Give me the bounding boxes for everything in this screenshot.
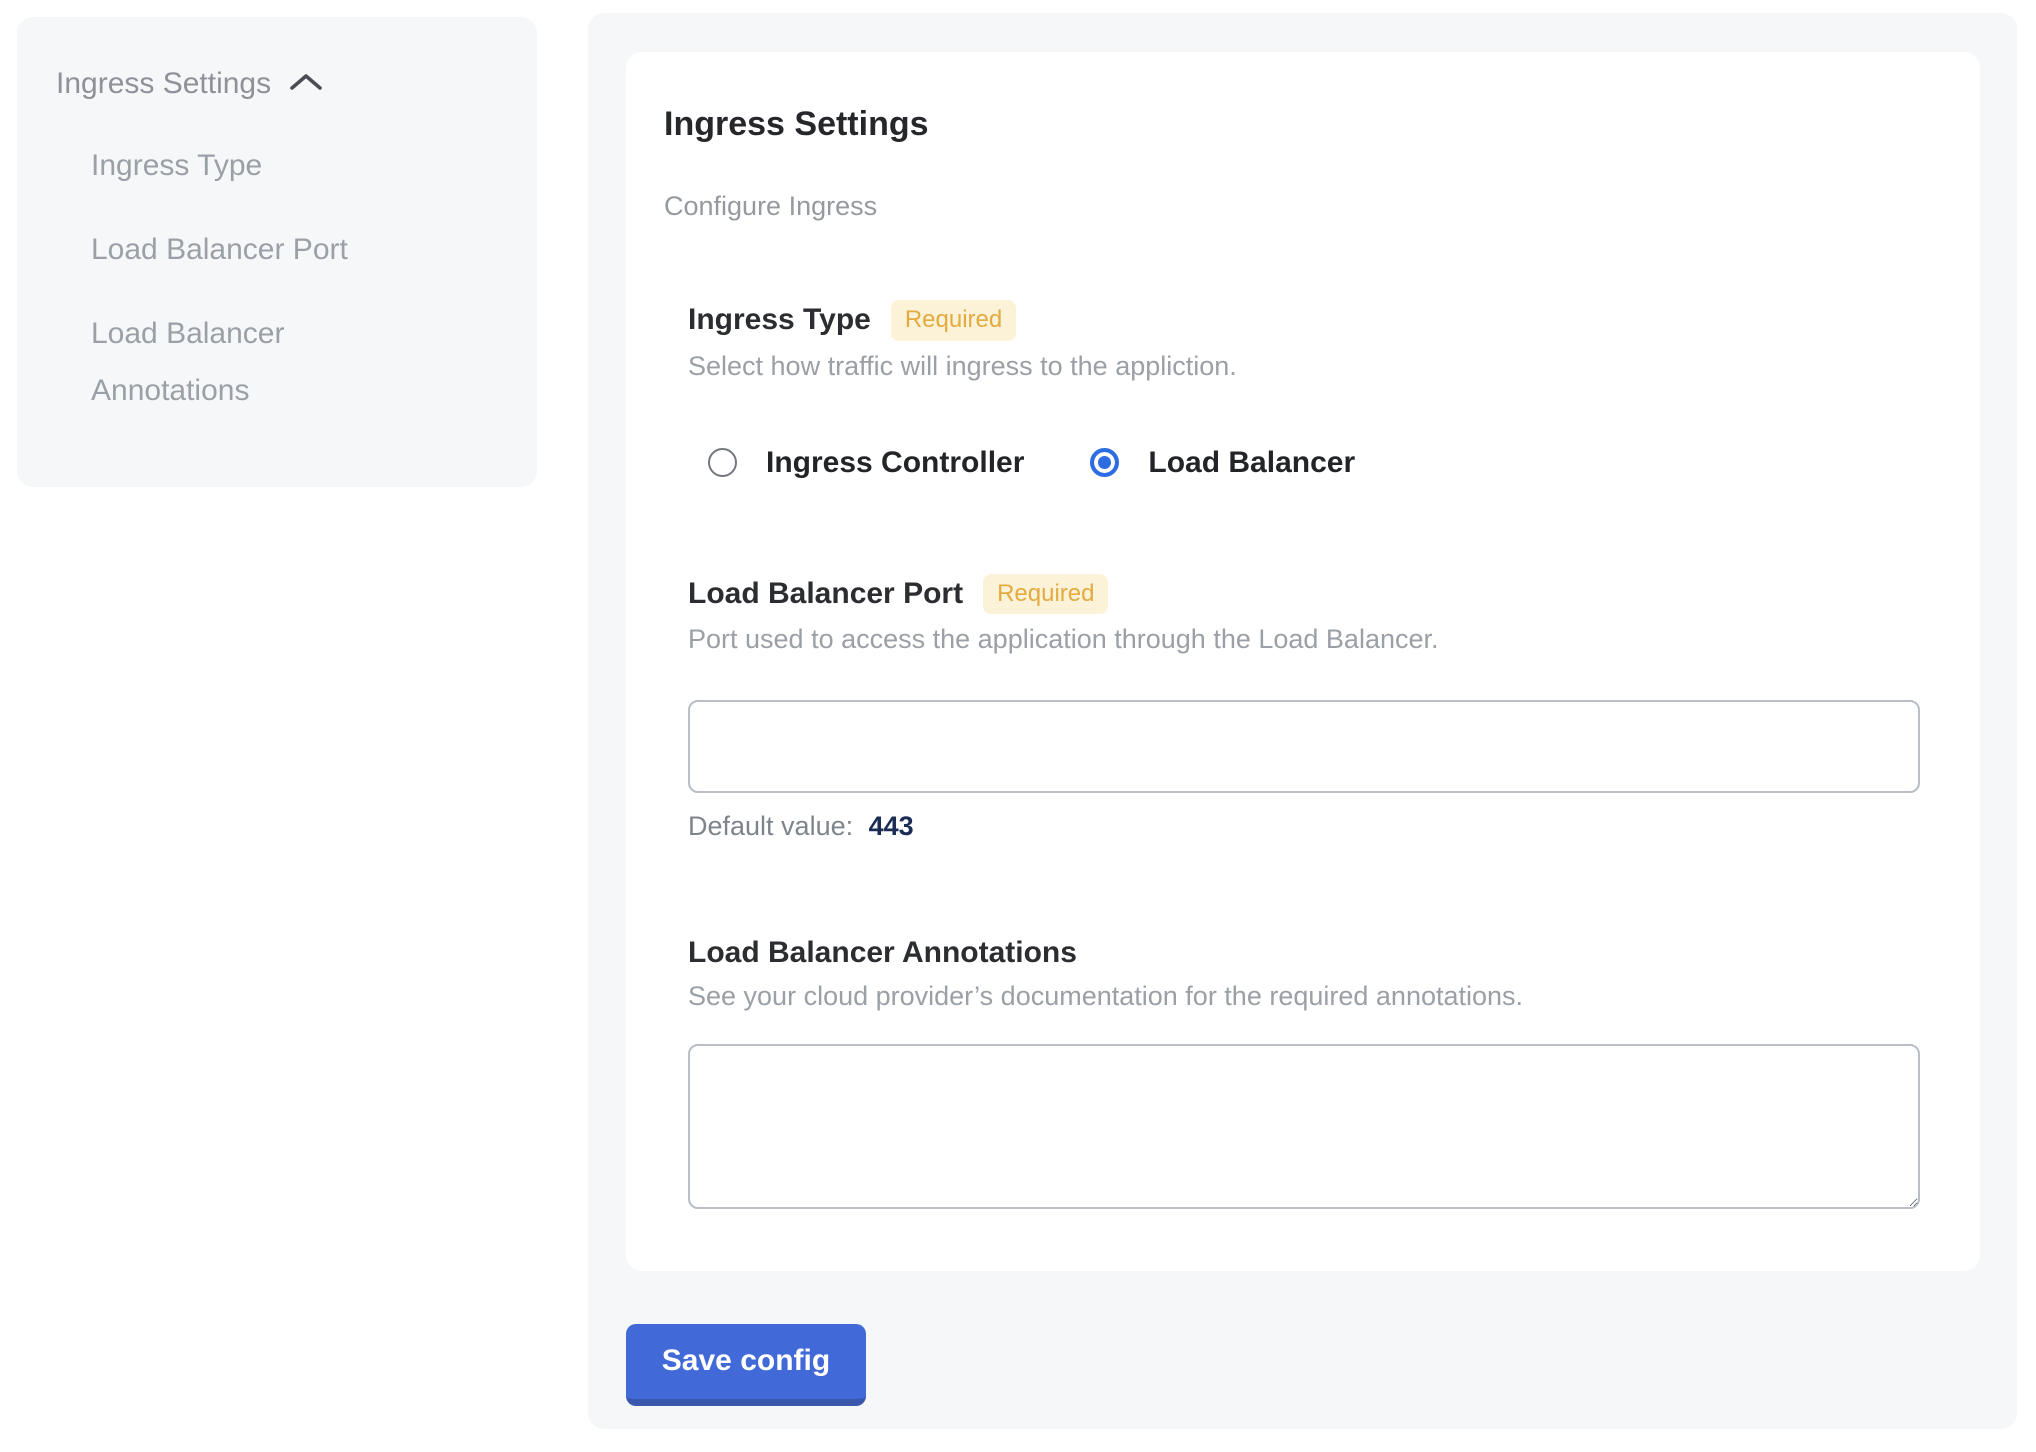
nav-item-load-balancer-annotations[interactable]: Load Balancer Annotations (91, 305, 421, 419)
radio-label: Load Balancer (1148, 446, 1355, 480)
load-balancer-port-input[interactable] (688, 700, 1920, 793)
page-title: Ingress Settings (664, 104, 1920, 145)
nav-item-list: Ingress Type Load Balancer Port Load Bal… (91, 137, 507, 419)
required-badge: Required (983, 574, 1108, 615)
radio-option-load-balancer[interactable]: Load Balancer (1090, 446, 1355, 480)
nav-section-label: Ingress Settings (56, 67, 271, 101)
fields-container: Ingress Type Required Select how traffic… (688, 300, 1920, 1209)
field-label-load-balancer-port: Load Balancer Port (688, 577, 963, 612)
field-description: Port used to access the application thro… (688, 624, 1920, 655)
field-load-balancer-port: Load Balancer Port Required Port used to… (688, 574, 1920, 843)
required-badge: Required (891, 300, 1016, 341)
radio-option-ingress-controller[interactable]: Ingress Controller (708, 446, 1024, 480)
nav-item-load-balancer-port[interactable]: Load Balancer Port (91, 221, 421, 278)
field-label-ingress-type: Ingress Type (688, 303, 871, 338)
field-description: Select how traffic will ingress to the a… (688, 351, 1920, 382)
default-value-label: Default value: (688, 811, 853, 841)
radio-ingress-controller[interactable] (708, 448, 737, 477)
chevron-up-icon[interactable] (289, 67, 323, 101)
field-load-balancer-annotations: Load Balancer Annotations See your cloud… (688, 936, 1920, 1209)
settings-nav-sidebar: Ingress Settings Ingress Type Load Balan… (17, 17, 537, 487)
ingress-settings-card: Ingress Settings Configure Ingress Ingre… (626, 52, 1980, 1271)
load-balancer-annotations-textarea[interactable] (688, 1044, 1920, 1209)
field-ingress-type: Ingress Type Required Select how traffic… (688, 300, 1920, 480)
nav-section-ingress-settings[interactable]: Ingress Settings (56, 67, 507, 101)
default-value-line: Default value: 443 (688, 811, 1920, 842)
ingress-type-radio-group: Ingress Controller Load Balancer (708, 446, 1920, 480)
nav-item-ingress-type[interactable]: Ingress Type (91, 137, 421, 194)
field-description: See your cloud provider’s documentation … (688, 981, 1920, 1012)
page-subtitle: Configure Ingress (664, 191, 1920, 222)
radio-label: Ingress Controller (766, 446, 1024, 480)
field-label-load-balancer-annotations: Load Balancer Annotations (688, 936, 1077, 971)
default-value: 443 (869, 811, 914, 841)
settings-panel: Ingress Settings Configure Ingress Ingre… (588, 13, 2017, 1429)
radio-load-balancer[interactable] (1090, 448, 1119, 477)
save-config-button[interactable]: Save config (626, 1324, 866, 1406)
